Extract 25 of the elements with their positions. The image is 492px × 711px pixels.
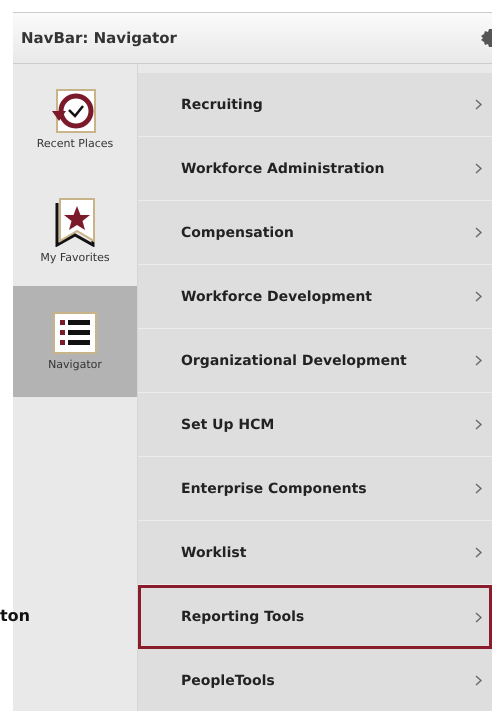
chevron-right-icon xyxy=(475,675,482,686)
panel-title: NavBar: Navigator xyxy=(21,29,177,47)
chevron-right-icon xyxy=(475,547,482,558)
chevron-right-icon xyxy=(475,355,482,366)
chevron-right-icon xyxy=(475,291,482,302)
menu-item[interactable]: Reporting Tools xyxy=(138,585,492,649)
menu-item[interactable]: Compensation xyxy=(138,201,492,265)
chevron-right-icon xyxy=(475,483,482,494)
chevron-right-icon xyxy=(475,419,482,430)
menu-item[interactable]: Recruiting xyxy=(138,73,492,137)
list-icon xyxy=(53,312,97,354)
menu-item[interactable]: Organizational Development xyxy=(138,329,492,393)
menu-item[interactable]: Enterprise Components xyxy=(138,457,492,521)
chevron-right-icon xyxy=(475,99,482,110)
chevron-right-icon xyxy=(475,227,482,238)
sidebar-item[interactable]: Navigator xyxy=(13,286,137,397)
chevron-right-icon xyxy=(475,612,482,622)
menu-item[interactable]: Set Up HCM xyxy=(138,393,492,457)
menu-item[interactable]: Workforce Administration xyxy=(138,137,492,201)
menu-item[interactable]: PeopleTools xyxy=(138,649,492,711)
chevron-right-icon xyxy=(475,163,482,174)
bookmark-star-icon xyxy=(53,197,97,247)
annotation-text: ton xyxy=(0,606,30,625)
menu-item[interactable]: Workforce Development xyxy=(138,265,492,329)
menu-item[interactable]: Worklist xyxy=(138,521,492,585)
